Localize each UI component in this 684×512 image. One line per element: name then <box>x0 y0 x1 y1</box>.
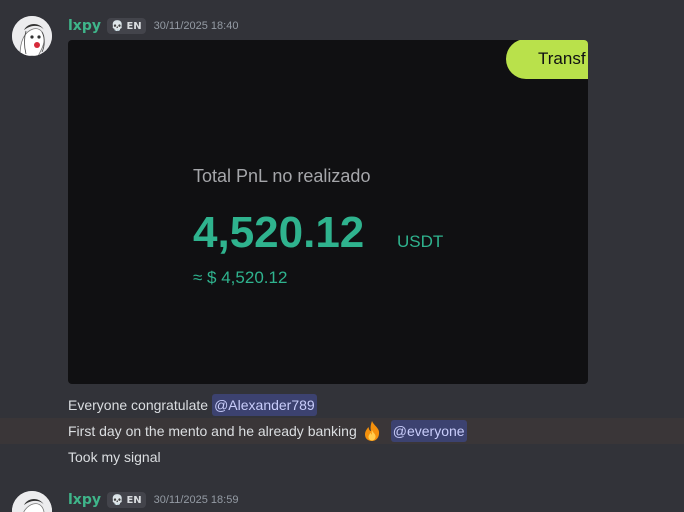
timestamp: 30/11/2025 18:59 <box>153 494 239 506</box>
pnl-label: Total PnL no realizado <box>193 166 371 186</box>
server-tag[interactable]: 💀 EN <box>106 18 146 34</box>
message: lxpy 💀 EN 30/11/2025 18:40 Transf Total … <box>0 0 684 480</box>
username[interactable]: lxpy <box>68 492 101 508</box>
avatar[interactable] <box>12 491 52 512</box>
message-line: Took my signal <box>68 446 161 468</box>
message-line: Everyone congratulate @Alexander789 <box>68 394 317 416</box>
username[interactable]: lxpy <box>68 18 101 34</box>
user-mention[interactable]: @Alexander789 <box>212 394 317 416</box>
message-header: lxpy 💀 EN 30/11/2025 18:59 <box>68 490 238 510</box>
skull-icon: 💀 <box>110 20 124 32</box>
pnl-approx-value: ≈ $ 4,520.12 <box>193 268 288 287</box>
message-header: lxpy 💀 EN 30/11/2025 18:40 <box>68 16 238 36</box>
message-text: Took my signal <box>68 449 161 465</box>
server-tag[interactable]: 💀 EN <box>106 492 146 508</box>
message-text: First day on the mento and he already ba… <box>68 423 357 439</box>
pnl-value: 4,520.12 <box>193 208 365 257</box>
pnl-unit: USDT <box>397 232 444 251</box>
server-tag-label: EN <box>126 494 142 506</box>
avatar[interactable] <box>12 16 52 56</box>
image-attachment[interactable]: Transf Total PnL no realizado 4,520.12 U… <box>68 40 588 384</box>
transfer-button: Transf <box>506 40 588 79</box>
message-line: First day on the mento and he already ba… <box>68 420 467 442</box>
timestamp: 30/11/2025 18:40 <box>153 20 239 32</box>
everyone-mention[interactable]: @everyone <box>390 420 467 442</box>
fire-icon[interactable] <box>361 420 383 442</box>
skull-icon: 💀 <box>110 494 124 506</box>
message-text: Everyone congratulate <box>68 397 209 413</box>
chat-channel: lxpy 💀 EN 30/11/2025 18:40 Transf Total … <box>0 0 684 512</box>
server-tag-label: EN <box>126 20 142 32</box>
